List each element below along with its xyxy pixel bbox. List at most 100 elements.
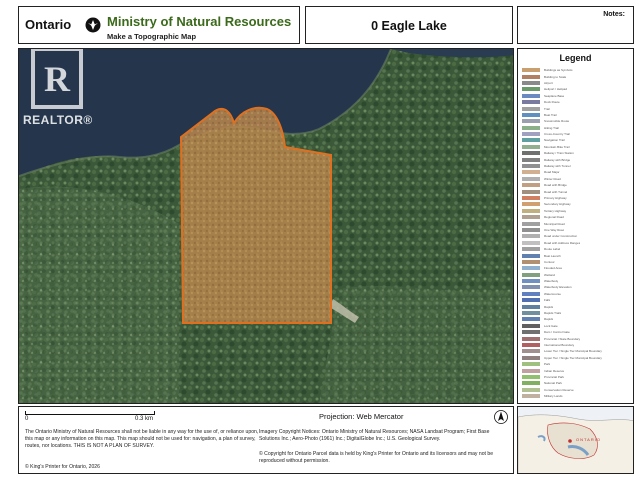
legend-symbol-icon: [522, 196, 540, 200]
legend-item-label: One Way Road: [544, 227, 565, 232]
legend-symbol-icon: [522, 323, 540, 328]
legend-item-label: Rapids Trails: [544, 311, 562, 316]
legend-item-label: Secondary Highway: [544, 202, 571, 207]
legend-symbol-icon: [522, 189, 540, 194]
legend-symbol-icon: [522, 311, 540, 316]
legend-symbol-icon: [522, 272, 540, 277]
legend-item-label: Airport: [544, 80, 553, 85]
legend-item-label: Snowmobile Route: [544, 119, 570, 124]
legend-item-label: Upper Tier / Single Tier Municipal Bound…: [544, 355, 602, 360]
scale-bar: 0 0.3 km: [25, 411, 185, 431]
legend-symbol-icon: [522, 279, 540, 284]
legend-title: Legend: [559, 53, 592, 63]
legend-item-label: Provincial / State Boundary: [544, 336, 581, 341]
location-marker: [568, 439, 572, 443]
legend-item-label: Dock Route: [544, 100, 560, 105]
legend-symbol-icon: [522, 100, 540, 105]
legend-item-label: Building to Scale: [544, 74, 567, 79]
legend-symbol-icon: [522, 119, 540, 124]
legend-symbol-icon: [522, 387, 540, 392]
legend-symbol-icon: [522, 221, 540, 226]
legend-symbol-icon: [522, 342, 540, 347]
realtor-watermark: R REALTOR®: [19, 49, 99, 131]
ministry-title: Ministry of Natural Resources: [107, 14, 292, 29]
legend-symbol-icon: [522, 74, 540, 79]
map-subtitle: Make a Topographic Map: [107, 32, 197, 41]
legend-item-label: Road Major: [544, 170, 560, 175]
realtor-watermark-text: REALTOR®: [23, 113, 93, 127]
inset-locator-map: ONTARIO: [517, 406, 634, 474]
legend-item-label: Rapids: [544, 304, 554, 309]
legend-symbol-icon: [522, 112, 540, 117]
legend-item-label: Lock Gate: [544, 323, 558, 328]
notes-box: Notes:: [517, 6, 634, 44]
legend-symbol-icon: [522, 125, 540, 130]
legend-item-label: Winter Road: [544, 176, 561, 181]
legend-item-label: Waterbody Elevation: [544, 285, 572, 290]
map-footer: 0 0.3 km Projection: Web Mercator The On…: [18, 406, 514, 474]
legend-item-label: Regional Road: [544, 215, 564, 220]
legend-symbol-icon: [522, 132, 540, 137]
place-name: 0 Eagle Lake: [371, 19, 447, 33]
scale-bar-line: [25, 411, 155, 415]
realtor-logo-icon: R: [31, 49, 83, 109]
legend-symbol-icon: [522, 170, 540, 175]
ontario-wordmark: Ontario: [25, 17, 72, 32]
legend-symbol-icon: [522, 106, 540, 111]
legend-item-label: Conservation Reserve: [544, 387, 574, 392]
legend-item-label: Primary Highway: [544, 196, 567, 200]
legend-symbol-icon: [522, 381, 540, 386]
imagery-notice: Imagery Copyright Notices: Ontario Minis…: [259, 429, 490, 442]
copyright-parcel-data: © Copyright for Ontario Parcel data is h…: [259, 451, 494, 464]
legend-item-label: Provincial Park: [544, 374, 565, 379]
legend-item-label: Park: [544, 362, 551, 367]
inset-province-label: ONTARIO: [576, 437, 601, 442]
legend-item-label: Buildings as Symbols: [544, 68, 573, 73]
legend-item-label: Road under Construction: [544, 234, 578, 239]
legend-item-label: Indian Reserve: [544, 368, 565, 373]
scale-start-label: 0: [25, 416, 29, 422]
legend-item-label: Waterbody: [544, 279, 559, 284]
legend-symbol-icon: [522, 374, 540, 379]
notes-label: Notes:: [603, 11, 625, 18]
legend-item: Military Lands: [522, 393, 630, 399]
scale-end-label: 0.3 km: [135, 416, 154, 422]
legend-symbol-icon: [522, 291, 540, 296]
legend-item-label: Railway with Tunnel: [544, 164, 571, 169]
legend-symbol-icon: [522, 93, 540, 98]
legend-item-label: Navigation Trail: [544, 138, 565, 143]
legend-item-label: Road with Tunnel: [544, 189, 568, 194]
legend-item-label: Mountain Bike Trail: [544, 144, 570, 149]
legend-symbol-icon: [522, 183, 540, 188]
legend-item-label: Falls: [544, 298, 551, 303]
legend-symbol-icon: [522, 362, 540, 367]
legend-symbol-icon: [522, 304, 540, 309]
legend-item-label: National Park: [544, 381, 563, 386]
legend-item-label: Hiking Trail: [544, 125, 559, 130]
legend-symbol-icon: [522, 164, 540, 169]
legend-symbol-icon: [522, 330, 540, 335]
legend-item-label: Railway / Train Station: [544, 151, 574, 156]
legend-item-label: Boat Trail: [544, 112, 557, 117]
svg-text:R: R: [44, 59, 71, 99]
legend-item-label: Lower Tier / Single Tier Municipal Bound…: [544, 349, 602, 354]
legend-item-label: Rapids: [544, 317, 554, 322]
projection-label: Projection: Web Mercator: [319, 412, 404, 421]
header-ministry-box: Ontario Ministry of Natural Resources Ma…: [18, 6, 300, 44]
legend-item-label: Road with Bridge: [544, 183, 567, 188]
legend-symbol-icon: [522, 298, 540, 303]
legend-symbol-icon: [522, 253, 540, 258]
legend-symbol-icon: [522, 394, 540, 399]
satellite-map[interactable]: R REALTOR®: [18, 48, 514, 404]
legend-item-label: Cross-Country Trail: [544, 132, 570, 137]
legend-list: Buildings as Symbols Building to Scale Air…: [522, 67, 630, 399]
legend-item-label: Heliport / Helipad: [544, 87, 568, 92]
legend-symbol-icon: [522, 349, 540, 354]
legend-item-label: Municipal Road: [544, 221, 565, 226]
legend-symbol-icon: [522, 355, 540, 360]
trillium-logo-icon: [85, 17, 101, 33]
legend-item-label: Watercourse: [544, 291, 561, 296]
legend-symbol-icon: [522, 144, 540, 149]
legend-symbol-icon: [522, 240, 540, 245]
legend-symbol-icon: [522, 285, 540, 290]
